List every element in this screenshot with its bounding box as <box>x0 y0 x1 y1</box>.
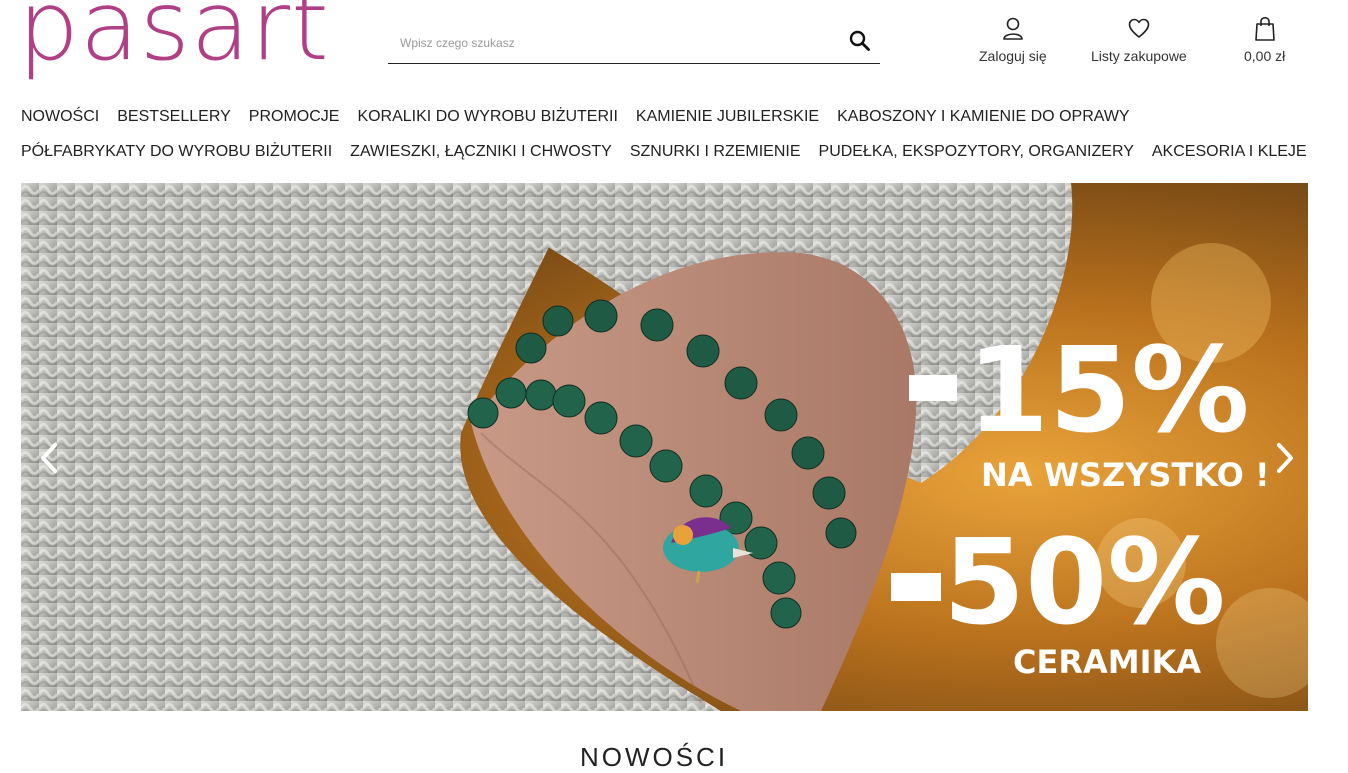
main-nav-row-2: PÓŁFABRYKATY DO WYROBU BIŻUTERII ZAWIESZ… <box>21 143 1325 161</box>
cart-total: 0,00 zł <box>1244 48 1286 64</box>
nav-item-sznurki[interactable]: SZNURKI I RZEMIENIE <box>630 143 801 161</box>
nav-item-bestsellery[interactable]: BESTSELLERY <box>117 108 231 126</box>
chevron-left-icon[interactable] <box>38 441 60 475</box>
wishlist-label: Listy zakupowe <box>1091 48 1187 64</box>
nav-item-nowosci[interactable]: NOWOŚCI <box>21 108 99 126</box>
login-label: Zaloguj się <box>979 48 1047 64</box>
cart-button[interactable]: 0,00 zł <box>1244 16 1285 64</box>
hero-banner[interactable]: 15% NA WSZYSTKO ! 50% CERAMIKA <box>21 183 1308 711</box>
nav-item-promocje[interactable]: PROMOCJE <box>249 108 340 126</box>
shopping-bag-icon <box>1254 16 1275 41</box>
wishlist-button[interactable]: Listy zakupowe <box>1091 16 1187 64</box>
nav-item-polfabrykaty[interactable]: PÓŁFABRYKATY DO WYROBU BIŻUTERII <box>21 143 332 161</box>
promo2-text: CERAMIKA <box>1013 643 1201 681</box>
nav-item-pudelka[interactable]: PUDEŁKA, EKSPOZYTORY, ORGANIZERY <box>819 143 1134 161</box>
nav-item-kaboszony[interactable]: KABOSZONY I KAMIENIE DO OPRAWY <box>837 108 1130 126</box>
search-icon[interactable] <box>848 29 872 53</box>
promo1-text: NA WSZYSTKO ! <box>981 456 1270 494</box>
nav-item-akcesoria[interactable]: AKCESORIA I KLEJE <box>1152 143 1307 161</box>
logo[interactable]: pasart <box>18 0 330 74</box>
login-button[interactable]: Zaloguj się <box>979 16 1047 64</box>
search-input[interactable] <box>398 32 822 54</box>
search-bar <box>388 22 880 64</box>
main-nav-row-1: NOWOŚCI BESTSELLERY PROMOCJE KORALIKI DO… <box>21 108 1148 126</box>
nav-item-kamienie-jubilerskie[interactable]: KAMIENIE JUBILERSKIE <box>636 108 819 126</box>
user-icon <box>1003 17 1023 40</box>
heart-icon <box>1128 18 1150 38</box>
hero-banner-image: 15% NA WSZYSTKO ! 50% CERAMIKA <box>21 183 1308 711</box>
promo2-value: 50% <box>943 513 1225 651</box>
chevron-right-icon[interactable] <box>1274 441 1296 475</box>
nav-item-koraliki[interactable]: KORALIKI DO WYROBU BIŻUTERII <box>357 108 617 126</box>
nav-item-zawieszki[interactable]: ZAWIESZKI, ŁĄCZNIKI I CHWOSTY <box>350 143 612 161</box>
promo1-value: 15% <box>967 321 1249 459</box>
